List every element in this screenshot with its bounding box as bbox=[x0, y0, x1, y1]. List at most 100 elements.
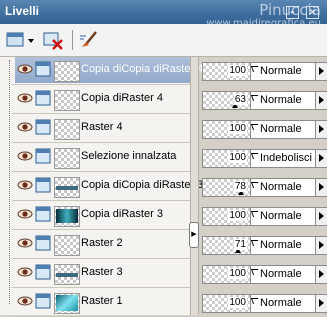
opacity-slider[interactable]: 100 bbox=[202, 149, 252, 168]
layer-properties: 100 Normale bbox=[198, 202, 327, 228]
eye-visibility-icon[interactable] bbox=[17, 295, 33, 307]
blend-corner-icon bbox=[250, 153, 261, 159]
delete-layer-icon bbox=[43, 32, 63, 50]
blend-corner-icon bbox=[250, 66, 261, 72]
new-layer-icon bbox=[6, 32, 34, 47]
layer-row[interactable]: Raster 4 bbox=[12, 115, 190, 141]
row-divider bbox=[12, 142, 190, 143]
blend-mode-select[interactable]: Normale bbox=[250, 265, 317, 284]
layer-row[interactable]: Raster 2 bbox=[12, 231, 190, 257]
opacity-slider[interactable]: 100 bbox=[202, 207, 252, 226]
opacity-value: 71 bbox=[233, 239, 247, 250]
blend-dropdown-arrow-icon[interactable] bbox=[315, 120, 327, 139]
blend-mode-select[interactable]: Normale bbox=[250, 236, 317, 255]
opacity-value: 100 bbox=[228, 268, 247, 279]
raster-layer-icon bbox=[35, 119, 51, 135]
opacity-slider[interactable]: 100 bbox=[202, 120, 252, 139]
panel-splitter[interactable] bbox=[190, 57, 199, 315]
blend-dropdown-arrow-icon[interactable] bbox=[315, 149, 327, 168]
layer-properties: 71 Normale bbox=[198, 231, 327, 257]
layer-name: Selezione innalzata bbox=[81, 150, 177, 162]
blend-mode-select[interactable]: Indebolisci bbox=[250, 149, 317, 168]
layer-thumbnail bbox=[54, 206, 80, 227]
blend-mode-select[interactable]: Normale bbox=[250, 91, 317, 110]
blend-dropdown-arrow-icon[interactable] bbox=[315, 91, 327, 110]
eye-visibility-icon[interactable] bbox=[17, 208, 33, 220]
pin-icon[interactable]: ▪ bbox=[286, 6, 299, 19]
blend-corner-icon bbox=[250, 182, 261, 188]
blend-mode-select[interactable]: Normale bbox=[250, 120, 317, 139]
blend-mode-value: Normale bbox=[260, 94, 302, 106]
blend-dropdown-arrow-icon[interactable] bbox=[315, 178, 327, 197]
blend-dropdown-arrow-icon[interactable] bbox=[315, 265, 327, 284]
splitter-handle-icon[interactable]: ▶ bbox=[189, 222, 199, 248]
layer-name: Raster 2 bbox=[81, 237, 123, 249]
opacity-value: 63 bbox=[233, 94, 247, 105]
edit-layer-button[interactable] bbox=[78, 30, 100, 50]
close-icon[interactable]: ✕ bbox=[306, 6, 319, 19]
raster-layer-icon bbox=[35, 235, 51, 251]
toolbar-separator bbox=[72, 30, 73, 50]
delete-layer-button[interactable] bbox=[42, 30, 66, 50]
layer-row[interactable]: Raster 1 bbox=[12, 289, 190, 315]
opacity-slider[interactable]: 100 bbox=[202, 62, 252, 81]
layer-name: Raster 4 bbox=[81, 121, 123, 133]
layer-properties: 100 Normale bbox=[198, 115, 327, 141]
eye-visibility-icon[interactable] bbox=[17, 266, 33, 278]
new-layer-dropdown-button[interactable] bbox=[6, 30, 36, 50]
opacity-slider[interactable]: 78 bbox=[202, 178, 252, 197]
blend-mode-value: Normale bbox=[260, 181, 302, 193]
blend-dropdown-arrow-icon[interactable] bbox=[315, 294, 327, 313]
layer-properties: 100 Indebolisci bbox=[198, 144, 327, 170]
layer-properties: 100 Normale bbox=[198, 260, 327, 286]
raster-layer-icon bbox=[35, 206, 51, 222]
raster-layer-icon bbox=[35, 90, 51, 106]
blend-corner-icon bbox=[250, 269, 261, 275]
opacity-slider[interactable]: 63 bbox=[202, 91, 252, 110]
layer-row[interactable]: Copia diRaster 4 bbox=[12, 86, 190, 112]
eye-visibility-icon[interactable] bbox=[17, 121, 33, 133]
eye-visibility-icon[interactable] bbox=[17, 92, 33, 104]
eye-visibility-icon[interactable] bbox=[17, 63, 33, 75]
layer-thumbnail bbox=[54, 90, 80, 111]
brush-icon bbox=[80, 31, 97, 47]
tree-connector-line bbox=[9, 60, 10, 304]
blend-corner-icon bbox=[250, 240, 261, 246]
blend-mode-value: Normale bbox=[260, 123, 302, 135]
opacity-slider[interactable]: 100 bbox=[202, 294, 252, 313]
blend-mode-select[interactable]: Normale bbox=[250, 207, 317, 226]
opacity-value: 78 bbox=[233, 181, 247, 192]
layer-row[interactable]: Copia diCopia diRaster 4 bbox=[12, 57, 203, 83]
layer-name: Copia diRaster 4 bbox=[81, 92, 163, 104]
row-divider bbox=[12, 84, 190, 85]
blend-mode-value: Normale bbox=[260, 268, 302, 280]
layers-toolbar bbox=[0, 24, 327, 57]
blend-dropdown-arrow-icon[interactable] bbox=[315, 236, 327, 255]
layer-row[interactable]: Raster 3 bbox=[12, 260, 190, 286]
blend-mode-value: Normale bbox=[260, 65, 302, 77]
layer-row[interactable]: Copia diCopia diRaster 3 bbox=[12, 173, 203, 199]
blend-dropdown-arrow-icon[interactable] bbox=[315, 62, 327, 81]
eye-visibility-icon[interactable] bbox=[17, 150, 33, 162]
opacity-slider[interactable]: 100 bbox=[202, 265, 252, 284]
layer-thumbnail bbox=[54, 293, 80, 314]
blend-mode-select[interactable]: Normale bbox=[250, 62, 317, 81]
panel-titlebar: Livelli Pinuccia www.maidiregrafica.eu ▪… bbox=[0, 0, 327, 29]
layer-thumbnail bbox=[54, 177, 80, 198]
layer-name: Raster 1 bbox=[81, 295, 123, 307]
layer-thumbnail bbox=[54, 264, 80, 285]
blend-mode-select[interactable]: Normale bbox=[250, 178, 317, 197]
blend-mode-value: Normale bbox=[260, 239, 302, 251]
eye-visibility-icon[interactable] bbox=[17, 179, 33, 191]
row-divider bbox=[12, 287, 190, 288]
blend-mode-select[interactable]: Normale bbox=[250, 294, 317, 313]
opacity-slider[interactable]: 71 bbox=[202, 236, 252, 255]
layer-thumbnail bbox=[54, 235, 80, 256]
blend-dropdown-arrow-icon[interactable] bbox=[315, 207, 327, 226]
blend-mode-value: Normale bbox=[260, 297, 302, 309]
opacity-value: 100 bbox=[228, 65, 247, 76]
layer-row[interactable]: Copia diRaster 3 bbox=[12, 202, 190, 228]
layer-row[interactable]: Selezione innalzata bbox=[12, 144, 190, 170]
eye-visibility-icon[interactable] bbox=[17, 237, 33, 249]
layer-properties: 100 Normale bbox=[198, 289, 327, 315]
